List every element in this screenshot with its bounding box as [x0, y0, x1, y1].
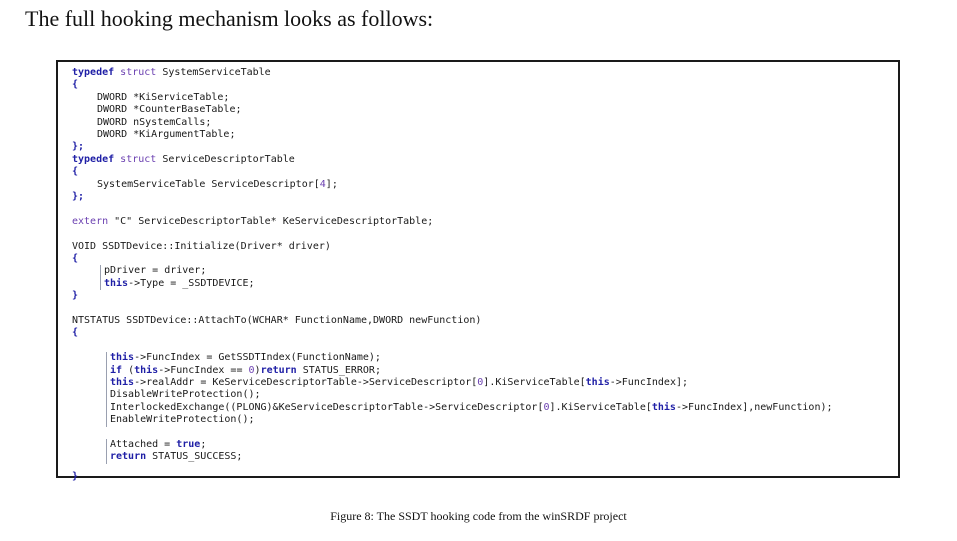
code-token: } — [72, 471, 79, 483]
code-line: { — [72, 166, 78, 178]
indent-guide — [106, 439, 107, 464]
code-line: pDriver = driver; — [104, 265, 206, 277]
code-token: DWORD *CounterBaseTable; — [97, 104, 242, 116]
code-token: Attached = — [110, 439, 177, 450]
code-token: this — [134, 364, 159, 376]
code-token: ->FuncIndex]; — [609, 377, 689, 388]
code-line: } — [72, 290, 78, 302]
code-line: extern "C" ServiceDescriptorTable* KeSer… — [72, 216, 433, 228]
code-token: DWORD nSystemCalls; — [97, 116, 212, 128]
code-line: this->realAddr = KeServiceDescriptorTabl… — [110, 377, 688, 389]
code-line: DWORD *KiServiceTable; — [97, 92, 229, 104]
code-token: struct — [114, 67, 157, 78]
code-token: { — [72, 79, 79, 91]
code-token: pDriver = driver; — [104, 265, 207, 277]
code-token: ].KiServiceTable[ — [549, 401, 652, 413]
code-line: }; — [72, 191, 84, 203]
code-token: typedef — [72, 153, 115, 165]
code-token: return — [260, 364, 297, 376]
code-token: ->realAddr = KeServiceDescriptorTable->S… — [134, 377, 478, 388]
code-token: this — [585, 377, 610, 388]
code-token: SystemServiceTable ServiceDescriptor[ — [97, 178, 320, 190]
code-line: { — [72, 327, 78, 339]
code-token: ]; — [325, 178, 338, 190]
code-line: InterlockedExchange((PLONG)&KeServiceDes… — [110, 402, 833, 414]
code-token: STATUS_ERROR; — [296, 364, 381, 376]
code-token: return — [110, 451, 147, 463]
code-line: { — [72, 79, 78, 91]
code-line: DWORD nSystemCalls; — [97, 117, 211, 129]
code-line: } — [72, 471, 78, 483]
code-line: NTSTATUS SSDTDevice::AttachTo(WCHAR* Fun… — [72, 315, 481, 327]
code-line: VOID SSDTDevice::Initialize(Driver* driv… — [72, 241, 331, 253]
code-token: struct — [114, 153, 157, 165]
code-token: EnableWriteProtection(); — [110, 414, 255, 426]
code-token: DisableWriteProtection(); — [110, 389, 261, 401]
code-line: DWORD *CounterBaseTable; — [97, 104, 242, 116]
code-token: } — [72, 290, 79, 302]
code-token: extern — [72, 215, 109, 227]
code-line: return STATUS_SUCCESS; — [110, 451, 242, 463]
code-token: }; — [72, 191, 85, 202]
code-token: ->FuncIndex = GetSSDTIndex(FunctionName)… — [134, 352, 381, 364]
code-listing-frame: typedef struct SystemServiceTable{DWORD … — [56, 60, 900, 482]
indent-guide — [100, 265, 101, 291]
code-line: typedef struct ServiceDescriptorTable — [72, 154, 295, 166]
code-line: Attached = true; — [110, 439, 206, 451]
code-line: typedef struct SystemServiceTable — [72, 67, 271, 79]
code-token: InterlockedExchange((PLONG)&KeServiceDes… — [110, 401, 544, 413]
code-token: true — [176, 439, 201, 450]
code-line: if (this->FuncIndex == 0)return STATUS_E… — [110, 365, 381, 377]
indent-guide — [106, 352, 107, 427]
code-token: DWORD *KiServiceTable; — [97, 91, 230, 103]
code-token: "C" ServiceDescriptorTable* KeServiceDes… — [108, 215, 434, 227]
code-token: if — [110, 364, 123, 376]
code-token: ->Type = _SSDTDEVICE; — [128, 277, 255, 289]
code-token: this — [651, 401, 676, 413]
code-line: this->FuncIndex = GetSSDTIndex(FunctionN… — [110, 352, 381, 364]
code-token: this — [104, 277, 129, 289]
figure-caption: Figure 8: The SSDT hooking code from the… — [330, 509, 627, 523]
code-line: this->Type = _SSDTDEVICE; — [104, 278, 255, 290]
code-token: VOID SSDTDevice::Initialize(Driver* driv… — [72, 240, 331, 252]
code-token: ].KiServiceTable[ — [483, 377, 586, 388]
code-token: typedef — [72, 67, 115, 78]
code-token: { — [72, 253, 79, 264]
code-token: }; — [72, 141, 85, 153]
code-token: DWORD *KiArgumentTable; — [97, 129, 236, 140]
code-token: ( — [122, 364, 135, 376]
code-line: EnableWriteProtection(); — [110, 414, 255, 426]
code-token: SystemServiceTable — [156, 67, 271, 78]
code-token: ->FuncIndex == — [158, 364, 249, 376]
code-line: DisableWriteProtection(); — [110, 389, 261, 401]
code-line: DWORD *KiArgumentTable; — [97, 129, 235, 141]
code-token: { — [72, 327, 79, 339]
code-token: STATUS_SUCCESS; — [146, 451, 243, 463]
code-token: this — [110, 377, 135, 388]
code-token: ServiceDescriptorTable — [156, 153, 295, 165]
heading: The full hooking mechanism looks as foll… — [25, 6, 434, 31]
code-line: SystemServiceTable ServiceDescriptor[4]; — [97, 179, 338, 191]
code-token: { — [72, 166, 79, 178]
code-line: { — [72, 253, 78, 265]
code-token: ->FuncIndex],newFunction); — [675, 401, 833, 413]
code-token: this — [110, 352, 135, 364]
code-line: }; — [72, 141, 84, 153]
code-token: ; — [200, 439, 207, 450]
code-token: NTSTATUS SSDTDevice::AttachTo(WCHAR* Fun… — [72, 315, 482, 326]
